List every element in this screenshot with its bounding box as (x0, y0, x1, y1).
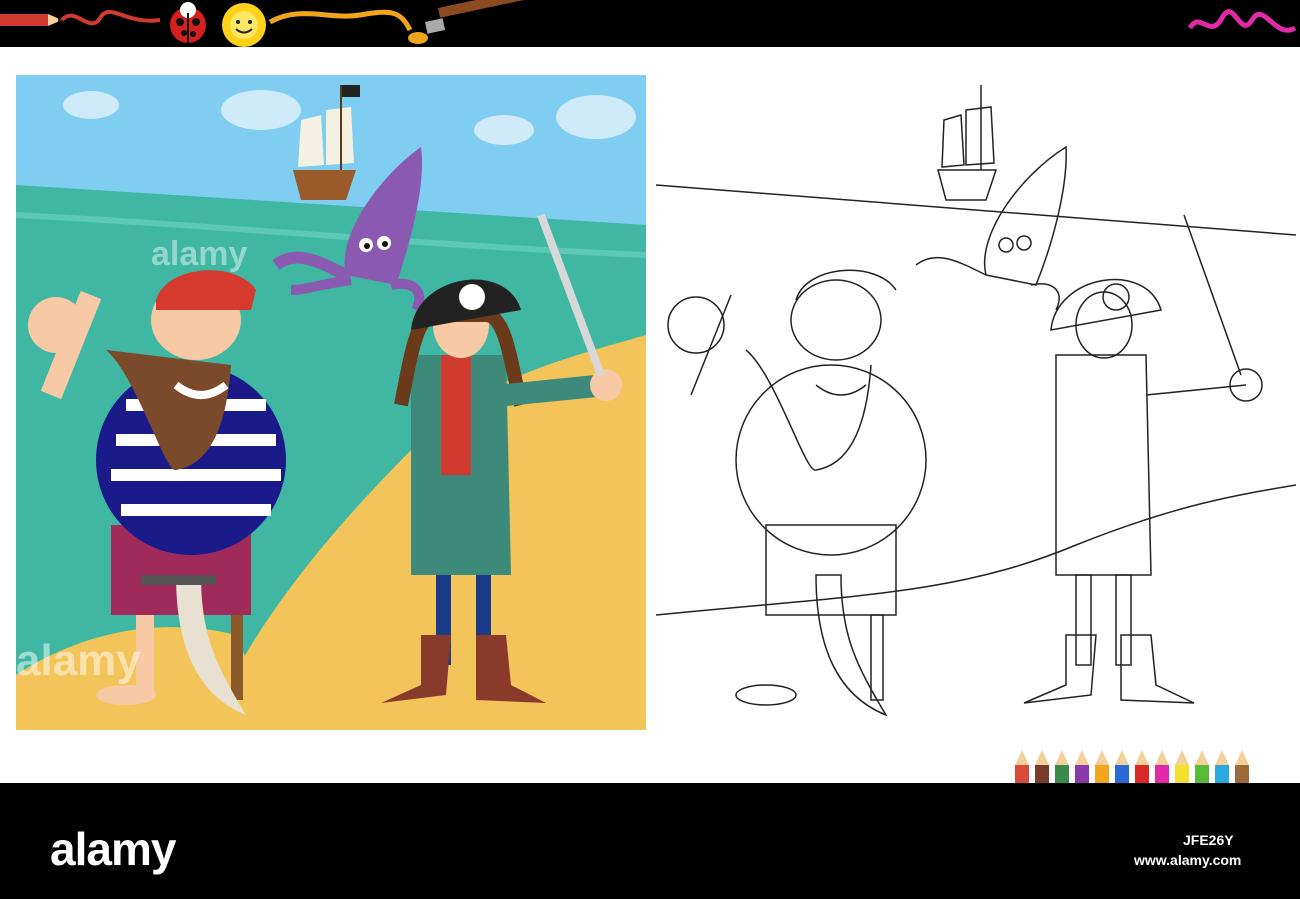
ladybug-icon (170, 2, 206, 43)
site-url: www.alamy.com (1134, 852, 1242, 868)
pencil-icon (0, 9, 161, 26)
color-illustration: alamy alamy (16, 75, 646, 730)
pirates-line-art (656, 85, 1296, 717)
paintbrush-icon (268, 0, 529, 44)
watermark-text: alamy (151, 235, 247, 273)
footer-bar (0, 783, 1300, 899)
watermark-text: alamy (16, 636, 141, 685)
image-id: JFE26Y (1183, 832, 1234, 848)
pirates-color-scene: alamy alamy (16, 75, 646, 730)
brand-logo: alamy (50, 823, 176, 875)
top-bar-decorations (0, 0, 1297, 47)
crayon-squiggle-icon (1187, 9, 1297, 33)
top-bar (0, 0, 1300, 47)
sun-icon (222, 3, 266, 47)
coloring-page-illustration (656, 75, 1296, 730)
